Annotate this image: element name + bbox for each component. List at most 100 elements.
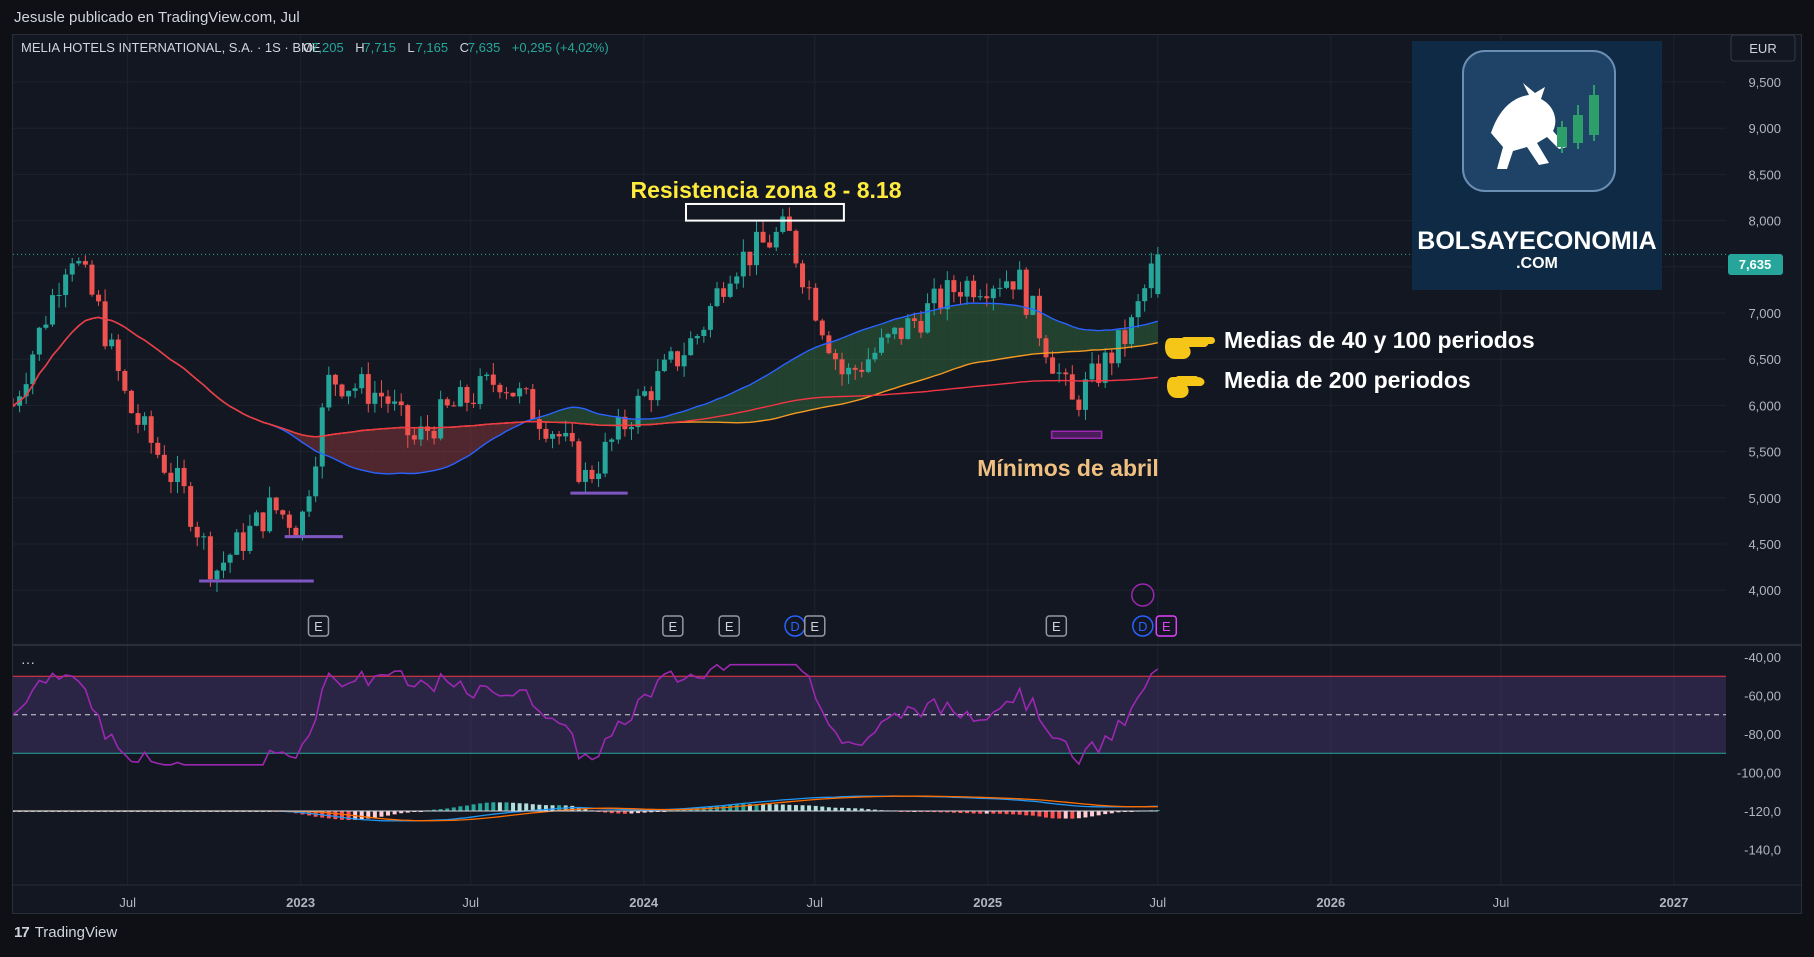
ma-fill-segment — [355, 430, 362, 471]
candle-body — [503, 392, 509, 394]
macd-bar — [1037, 811, 1042, 817]
candle-body — [484, 374, 490, 377]
candle-body — [740, 251, 746, 277]
ma-40-100-label: Medias de 40 y 100 periodos — [1224, 327, 1535, 353]
macd-bar — [1030, 811, 1035, 816]
ma-fill-segment — [1144, 323, 1152, 346]
ma-fill-segment — [565, 407, 573, 423]
candle-body — [188, 486, 194, 527]
macd-bar — [339, 811, 344, 820]
earnings-marker[interactable]: E — [718, 615, 740, 637]
candle-body — [892, 327, 898, 335]
macd-bar — [524, 803, 529, 811]
candle-body — [753, 231, 759, 266]
candle-body — [240, 532, 246, 551]
macd-bar — [511, 802, 516, 811]
indicator-menu-icon[interactable]: ··· — [21, 654, 35, 670]
candle-body — [563, 432, 569, 437]
time-tick-label: Jul — [1150, 895, 1167, 910]
ma-200-label: Media de 200 periodos — [1224, 367, 1471, 393]
ma-fill-segment — [1059, 321, 1066, 353]
candle-body — [806, 287, 812, 289]
candle-body — [628, 427, 634, 430]
macd-bar — [379, 811, 384, 817]
earnings-marker[interactable]: E — [1045, 615, 1068, 637]
candle-body — [1036, 295, 1042, 339]
candle-body — [411, 435, 417, 440]
time-tick-label: Jul — [806, 895, 823, 910]
earnings-marker[interactable]: E — [1155, 615, 1178, 637]
candle-body — [1076, 399, 1082, 410]
candle-body — [655, 371, 661, 401]
price-tick-label: 8,500 — [1748, 167, 1781, 182]
candle-body — [122, 370, 128, 391]
ma-fill-segment — [341, 432, 349, 466]
chart-frame[interactable]: 9,5009,0008,5008,0007,5007,0006,5006,000… — [12, 34, 1802, 914]
currency-button[interactable]: EUR — [1730, 35, 1796, 62]
footer[interactable]: 17 TradingView — [14, 924, 117, 941]
ma-fill-segment — [1151, 321, 1158, 345]
macd-bar — [1070, 811, 1075, 819]
earnings-marker[interactable]: E — [307, 615, 330, 637]
ma-fill-segment — [782, 361, 790, 417]
ma-fill-segment — [388, 427, 395, 474]
ma-fill-segment — [361, 430, 369, 472]
ma-fill-segment — [328, 433, 336, 460]
candle-body — [378, 392, 384, 397]
macd-bar — [333, 811, 338, 820]
candle-body — [161, 454, 167, 473]
candle-body — [596, 473, 602, 480]
candle-body — [155, 442, 161, 455]
candle-body — [852, 367, 858, 370]
earnings-marker[interactable]: E — [804, 615, 826, 637]
candle-body — [306, 496, 312, 512]
candle-body — [556, 434, 562, 437]
ma-fill-segment — [848, 332, 856, 403]
macd-bar — [1024, 811, 1029, 816]
ma-fill-segment — [815, 344, 823, 409]
macd-bar — [504, 802, 509, 811]
dividend-marker[interactable]: D — [784, 615, 806, 637]
osc-tick-label: -120,0 — [1744, 804, 1781, 819]
osc-tick-label: -40,00 — [1744, 650, 1781, 665]
macd-bar — [734, 804, 739, 811]
candle-body — [221, 562, 227, 571]
candle-body — [1109, 352, 1115, 364]
dividend-marker[interactable]: D — [1132, 615, 1154, 637]
ma-fill-segment — [973, 303, 981, 364]
ma-fill-segment — [736, 387, 744, 423]
macd-bar — [550, 805, 555, 811]
ma-fill-segment — [1092, 330, 1099, 351]
chart-svg[interactable]: 9,5009,0008,5008,0007,5007,0006,5006,000… — [13, 35, 1801, 913]
ma-fill-segment — [749, 381, 757, 423]
flash-icon[interactable] — [1131, 583, 1155, 607]
candle-body — [464, 386, 470, 403]
price-tick-label: 6,000 — [1748, 398, 1781, 413]
candle-body — [253, 512, 259, 526]
candle-body — [89, 264, 95, 295]
candle-body — [1135, 301, 1141, 318]
candle-body — [234, 532, 240, 555]
candle-body — [576, 441, 582, 482]
candle-body — [1004, 281, 1010, 288]
ma-fill-segment — [802, 350, 810, 412]
candle-body — [313, 466, 319, 497]
time-tick-label: Jul — [119, 895, 136, 910]
ma-fill-segment — [993, 303, 1000, 361]
candle-body — [115, 339, 121, 371]
candle-body — [497, 384, 503, 393]
macd-bar — [1063, 811, 1068, 819]
candle-body — [457, 386, 463, 407]
candle-body — [299, 511, 305, 536]
candle-body — [727, 283, 733, 297]
candle-body — [839, 359, 845, 375]
candle-body — [471, 402, 477, 405]
macd-bar — [767, 804, 772, 811]
ma-fill-segment — [466, 425, 474, 457]
april-lows-box — [1050, 430, 1103, 440]
macd-bar — [497, 802, 502, 811]
candle-body — [273, 497, 279, 511]
event-markers: EEEDEEDE — [307, 583, 1178, 637]
candle-body — [174, 467, 180, 483]
earnings-marker[interactable]: E — [662, 615, 684, 637]
